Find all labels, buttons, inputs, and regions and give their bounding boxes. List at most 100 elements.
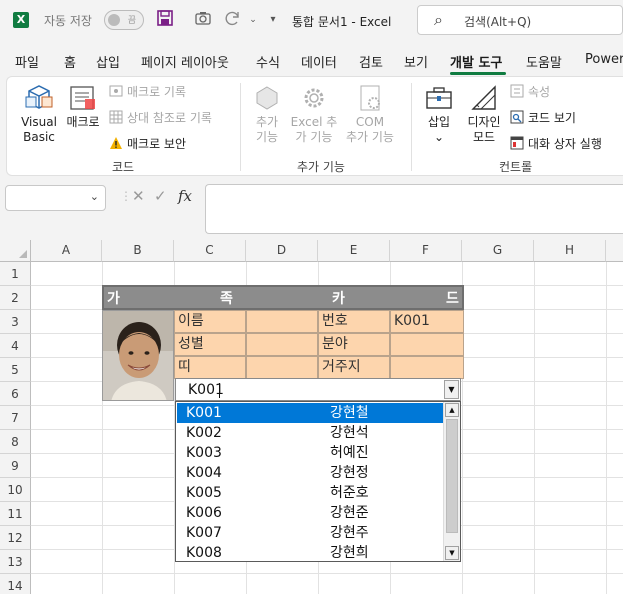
relative-reference-button[interactable]: 상대 참조로 기록 — [109, 109, 212, 126]
value-name[interactable] — [246, 310, 318, 333]
combo-dropdown-button[interactable]: ▼ — [444, 380, 459, 399]
tab-view[interactable]: 보기 — [404, 52, 428, 71]
name-box[interactable]: ⌄ — [5, 185, 106, 211]
value-residence[interactable] — [390, 356, 464, 379]
tab-file[interactable]: 파일 — [15, 52, 39, 71]
column-header[interactable]: D — [246, 240, 318, 262]
label-zodiac: 띠 — [174, 356, 246, 379]
row-header[interactable]: 2 — [0, 286, 31, 310]
redo-dropdown-icon[interactable]: ⌄ — [242, 9, 264, 31]
run-dialog-button[interactable]: 대화 상자 실행 — [510, 135, 602, 152]
save-icon[interactable] — [154, 9, 176, 31]
row-header[interactable]: 10 — [0, 478, 31, 502]
column-header[interactable]: A — [31, 240, 102, 262]
tab-power[interactable]: Power — [585, 52, 623, 67]
design-mode-button[interactable]: 디자인 모드 — [461, 83, 507, 145]
value-zodiac[interactable] — [246, 356, 318, 379]
view-code-button[interactable]: 코드 보기 — [510, 109, 576, 126]
row-header[interactable]: 7 — [0, 406, 31, 430]
card-title: 가 족 카 드 — [102, 285, 464, 310]
excel-addins-button[interactable]: Excel 추 가 기능 — [289, 83, 339, 145]
label-name: 이름 — [174, 310, 246, 333]
customize-toolbar-icon[interactable]: ▾ — [262, 9, 284, 31]
value-gender[interactable] — [246, 333, 318, 356]
list-item[interactable]: K007 강현주 — [177, 523, 443, 543]
insert-control-button[interactable]: 삽입 ⌄ — [421, 83, 457, 145]
formula-bar: ⌄ ⋮ ✕ ✓ fx — [0, 176, 623, 240]
macro-security-button[interactable]: 매크로 보안 — [109, 135, 186, 152]
row-header[interactable]: 12 — [0, 526, 31, 550]
insert-function-icon[interactable]: fx — [178, 187, 192, 205]
row-header[interactable]: 14 — [0, 574, 31, 594]
search-box[interactable]: ⌕ 검색(Alt+Q) — [417, 5, 623, 35]
tab-page-layout[interactable]: 페이지 레이아웃 — [141, 52, 229, 71]
text-cursor — [219, 383, 220, 398]
value-field[interactable] — [390, 333, 464, 356]
row-header[interactable]: 9 — [0, 454, 31, 478]
autosave-state: 끔 — [127, 16, 136, 26]
autosave-label: 자동 저장 — [44, 14, 92, 28]
list-scrollbar[interactable]: ▲ ▼ — [443, 402, 460, 561]
scroll-down-icon[interactable]: ▼ — [445, 546, 459, 560]
list-item[interactable]: K003 허예진 — [177, 443, 443, 463]
relative-reference-icon — [109, 110, 123, 124]
column-header[interactable]: F — [390, 240, 462, 262]
label-field: 분야 — [318, 333, 390, 356]
row-header[interactable]: 1 — [0, 262, 31, 286]
column-header[interactable]: E — [318, 240, 390, 262]
list-item[interactable]: K004 강현정 — [177, 463, 443, 483]
list-item-name: 허준호 — [330, 485, 369, 501]
chevron-down-icon[interactable]: ⌄ — [90, 190, 99, 203]
tab-developer[interactable]: 개발 도구 — [450, 52, 502, 71]
addins-button[interactable]: 추가 기능 — [247, 83, 287, 145]
excel-addins-label-1: Excel 추 — [290, 115, 338, 129]
row-header[interactable]: 11 — [0, 502, 31, 526]
cancel-icon[interactable]: ✕ — [132, 187, 145, 205]
autosave-toggle[interactable]: 끔 — [104, 10, 144, 30]
list-item[interactable]: K005 허준호 — [177, 483, 443, 503]
addins-icon — [256, 86, 278, 110]
list-item[interactable]: K002 강현석 — [177, 423, 443, 443]
properties-label: 속성 — [528, 85, 551, 99]
tab-insert[interactable]: 삽입 — [96, 52, 120, 71]
tab-data[interactable]: 데이터 — [301, 52, 337, 71]
tab-formulas[interactable]: 수식 — [256, 52, 280, 71]
scroll-thumb[interactable] — [446, 419, 458, 533]
row-header[interactable]: 13 — [0, 550, 31, 574]
select-all-corner[interactable] — [0, 240, 31, 262]
row-header[interactable]: 3 — [0, 310, 31, 334]
macro-button[interactable]: 매크로 — [63, 83, 103, 130]
list-item-name: 강현희 — [330, 545, 369, 561]
tab-help[interactable]: 도움말 — [526, 52, 562, 71]
list-item[interactable]: K008 강현희 — [177, 543, 443, 563]
properties-button[interactable]: 속성 — [510, 83, 550, 100]
value-number[interactable]: K001 — [390, 310, 464, 333]
visual-basic-button[interactable]: Visual Basic — [17, 83, 61, 145]
column-header[interactable]: G — [462, 240, 534, 262]
list-item[interactable]: K001 강현철 — [177, 403, 443, 423]
column-header[interactable]: C — [174, 240, 246, 262]
redo-icon[interactable] — [222, 9, 244, 31]
row-header[interactable]: 4 — [0, 334, 31, 358]
tab-home[interactable]: 홈 — [64, 52, 76, 71]
com-addins-button[interactable]: COM 추가 기능 — [341, 83, 399, 145]
tab-review[interactable]: 검토 — [359, 52, 383, 71]
record-macro-button[interactable]: 매크로 기록 — [109, 83, 186, 100]
column-header[interactable]: H — [534, 240, 606, 262]
combo-dropdown-list[interactable]: K001 강현철 K002 강현석 K003 허예진 K004 강현정 K005… — [175, 401, 461, 562]
member-combo-box[interactable]: K001 ▼ — [175, 378, 461, 401]
row-header[interactable]: 8 — [0, 430, 31, 454]
formula-input[interactable] — [205, 184, 623, 234]
gridline — [31, 573, 623, 574]
column-header[interactable] — [606, 240, 623, 262]
card-title-char: 족 — [220, 291, 233, 307]
list-item[interactable]: K006 강현준 — [177, 503, 443, 523]
column-header[interactable]: B — [102, 240, 174, 262]
row-header[interactable]: 6 — [0, 382, 31, 406]
camera-icon[interactable] — [192, 9, 214, 31]
scroll-up-icon[interactable]: ▲ — [445, 403, 459, 417]
confirm-icon[interactable]: ✓ — [154, 187, 167, 205]
toolbox-icon — [426, 87, 452, 109]
excel-addins-label-2: 가 기능 — [295, 130, 333, 144]
row-header[interactable]: 5 — [0, 358, 31, 382]
